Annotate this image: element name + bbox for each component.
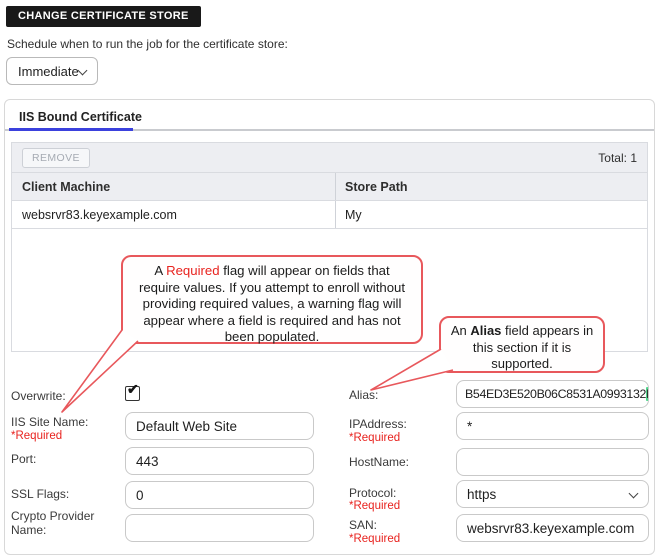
column-header-store-path: Store Path [335, 173, 647, 200]
iis-site-name-label: IIS Site Name: [11, 415, 115, 429]
change-certificate-store-button[interactable]: CHANGE CERTIFICATE STORE [6, 6, 201, 27]
callout-required-text: A [154, 263, 166, 278]
cell-client-machine: websrvr83.keyexample.com [12, 208, 335, 222]
chevron-down-icon [78, 66, 88, 76]
callout-alias-note: An Alias field appears in this section i… [439, 316, 605, 373]
certificate-store-panel: IIS Bound Certificate REMOVE Total: 1 Cl… [4, 99, 655, 555]
table-header-row: Client Machine Store Path [12, 173, 647, 201]
hostname-input[interactable] [456, 448, 649, 476]
callout-alias-highlight: Alias [470, 323, 501, 338]
tab-iis-bound-certificate[interactable]: IIS Bound Certificate [19, 110, 142, 124]
ipaddress-input[interactable] [456, 412, 649, 440]
callout-required-note: A Required flag will appear on fields th… [121, 255, 423, 344]
callout-required-highlight: Required [166, 263, 220, 278]
protocol-label: Protocol: [349, 486, 453, 500]
change-certificate-store-dialog: CHANGE CERTIFICATE STORE Schedule when t… [0, 0, 660, 559]
schedule-label: Schedule when to run the job for the cer… [7, 37, 288, 51]
checkmark-icon: ✔ [127, 381, 139, 398]
cell-store-path: My [335, 201, 647, 228]
alias-input[interactable]: B54ED3E520B06C8531A0993132BI [456, 380, 649, 408]
san-label: SAN: [349, 518, 453, 532]
port-label: Port: [11, 452, 115, 466]
schedule-select-value: Immediate [18, 64, 79, 79]
column-header-client-machine: Client Machine [12, 180, 335, 194]
total-count: Total: 1 [598, 151, 637, 165]
overwrite-label: Overwrite: [11, 389, 115, 403]
schedule-select[interactable]: Immediate [6, 57, 98, 85]
protocol-required-flag: *Required [349, 500, 400, 512]
hostname-label: HostName: [349, 455, 453, 469]
active-tab-indicator [9, 128, 133, 131]
crypto-provider-name-label: Crypto Provider Name: [11, 509, 115, 537]
callout-alias-text: An [451, 323, 471, 338]
table-toolbar: REMOVE Total: 1 [12, 143, 647, 173]
ssl-flags-input[interactable] [125, 481, 314, 509]
overwrite-checkbox[interactable]: ✔ [125, 386, 140, 401]
alias-value: B54ED3E520B06C8531A0993132 [465, 387, 646, 401]
ipaddress-label: IPAddress: [349, 417, 453, 431]
crypto-provider-name-input[interactable] [125, 514, 314, 542]
port-input[interactable] [125, 447, 314, 475]
san-input[interactable] [456, 514, 649, 542]
iis-site-name-input[interactable] [125, 412, 314, 440]
san-required-flag: *Required [349, 533, 400, 545]
iis-site-name-required-flag: *Required [11, 430, 62, 442]
alias-label: Alias: [349, 388, 453, 402]
ipaddress-required-flag: *Required [349, 432, 400, 444]
remove-button[interactable]: REMOVE [22, 148, 90, 168]
protocol-select-value: https [467, 487, 496, 502]
table-row[interactable]: websrvr83.keyexample.com My [12, 201, 647, 229]
ssl-flags-label: SSL Flags: [11, 487, 115, 501]
alias-value-highlighted-char: B [646, 387, 649, 401]
chevron-down-icon [629, 489, 639, 499]
protocol-select[interactable]: https [456, 480, 649, 508]
